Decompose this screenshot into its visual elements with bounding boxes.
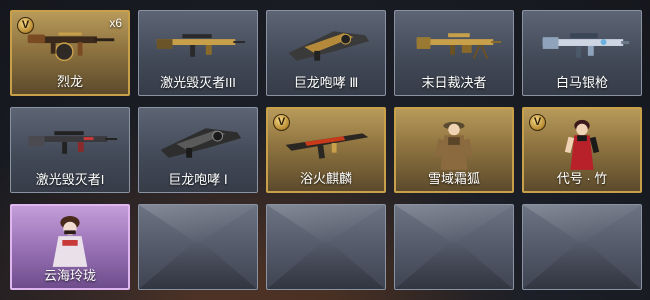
inventory-slot-fire-kirin[interactable]: V 浴火麒麟 <box>266 107 386 193</box>
female-pale-character <box>20 212 120 268</box>
item-name: 巨龙咆哮 Ⅲ <box>293 75 359 90</box>
item-name: 激光毁灭者III <box>160 75 236 90</box>
inventory-slot-dragon-roar-1[interactable]: 巨龙咆哮 Ⅰ <box>138 107 258 193</box>
item-name: 烈龙 <box>56 74 83 89</box>
inventory-slot-laser-destroyer-3[interactable]: 激光毁灭者III <box>138 10 258 96</box>
inventory-slot-empty[interactable] <box>266 204 386 290</box>
inventory-slot-dragon-roar-3[interactable]: 巨龙咆哮 Ⅲ <box>266 10 386 96</box>
inventory-slot-empty[interactable] <box>394 204 514 290</box>
female-soldier-character <box>404 115 504 171</box>
inventory-slot-snow-frost-fox[interactable]: 雪域霜狐 <box>394 107 514 193</box>
inventory-slot-code-bamboo[interactable]: V 代号 · 竹 <box>522 107 642 193</box>
item-name: 激光毁灭者I <box>35 172 105 187</box>
item-name: 云海玲珑 <box>43 268 96 283</box>
tommy-gun-icon <box>20 18 120 74</box>
inventory-slot-doom-judge[interactable]: 末日裁决者 <box>394 10 514 96</box>
item-name: 末日裁决者 <box>421 75 487 90</box>
silver-rifle-icon <box>531 17 633 73</box>
inventory-slot-white-horse-spear[interactable]: 白马银枪 <box>522 10 642 96</box>
inventory-slot-empty[interactable] <box>522 204 642 290</box>
dragon-cannon-icon <box>275 17 377 73</box>
item-name: 巨龙咆哮 Ⅰ <box>168 172 228 187</box>
item-name: 浴火麒麟 <box>299 171 352 186</box>
inventory-slot-empty[interactable] <box>138 204 258 290</box>
inventory-grid: V x6 烈龙 激光毁灭者III 巨龙咆哮 Ⅲ 末日裁决者 白马银枪 激光毁灭者… <box>10 10 642 290</box>
kirin-rifle-icon <box>276 115 376 171</box>
inventory-slot-lielong[interactable]: V x6 烈龙 <box>10 10 130 96</box>
female-red-dress-character <box>532 115 632 171</box>
item-name: 白马银枪 <box>555 75 608 90</box>
machine-gun-icon <box>403 17 505 73</box>
item-name: 代号 · 竹 <box>556 171 608 186</box>
laser-rifle-icon <box>147 17 249 73</box>
item-name: 雪域霜狐 <box>427 171 480 186</box>
inventory-slot-laser-destroyer-1[interactable]: 激光毁灭者I <box>10 107 130 193</box>
dragon-cannon-icon <box>147 114 249 170</box>
inventory-slot-cloud-sea-linglong[interactable]: 云海玲珑 <box>10 204 130 290</box>
laser-rifle-icon <box>19 114 121 170</box>
